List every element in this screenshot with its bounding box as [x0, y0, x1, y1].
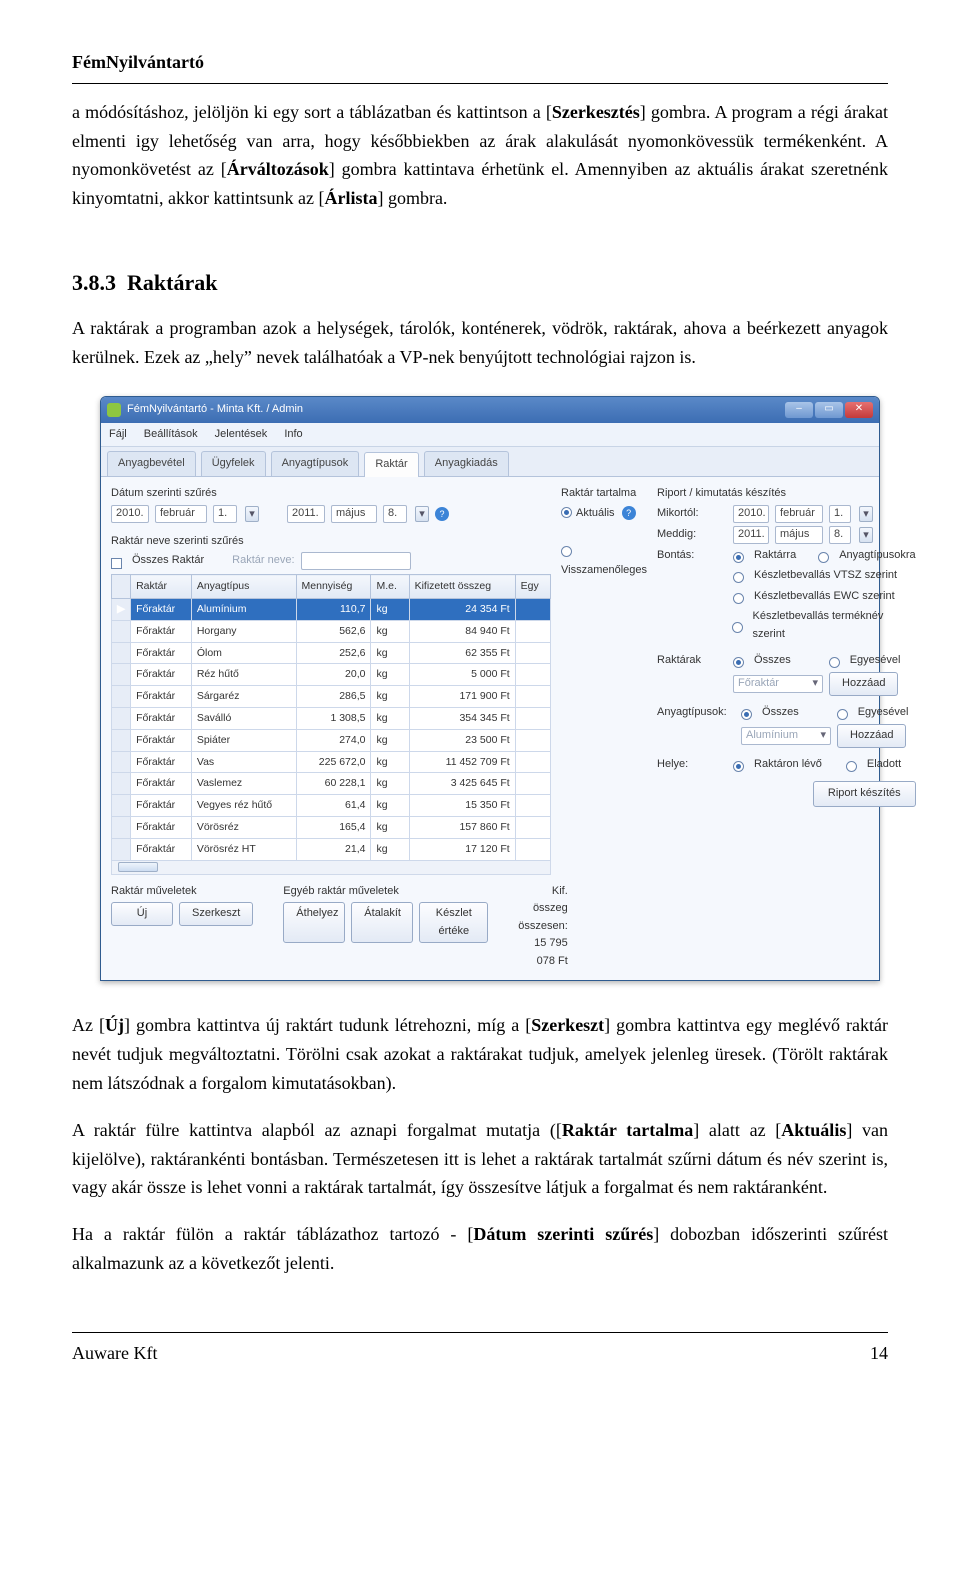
- footer-page-number: 14: [870, 1339, 888, 1368]
- radio-anyagtipusokra[interactable]: [818, 552, 829, 563]
- report-to-day[interactable]: 8.: [829, 526, 851, 544]
- calendar-icon[interactable]: ▾: [245, 506, 259, 522]
- table-row[interactable]: FőraktárRéz hűtő20,0kg5 000 Ft: [112, 664, 551, 686]
- table-row[interactable]: FőraktárHorgany562,6kg84 940 Ft: [112, 620, 551, 642]
- table-row[interactable]: FőraktárSpiáter274,0kg23 500 Ft: [112, 729, 551, 751]
- report-from-day[interactable]: 1.: [829, 505, 851, 523]
- from-year[interactable]: 2010.: [111, 505, 149, 523]
- combo-material[interactable]: Alumínium▾: [741, 727, 831, 745]
- page-footer: Auware Kft 14: [72, 1332, 888, 1368]
- content-title: Raktár tartalma: [561, 485, 647, 503]
- calendar-icon[interactable]: ▾: [415, 506, 429, 522]
- inventory-table[interactable]: Raktár Anyagtípus Mennyiség M.e. Kifizet…: [111, 574, 551, 860]
- paragraph-1: a módósításhoz, jelöljön ki egy sort a t…: [72, 98, 888, 213]
- radio-raktarra[interactable]: [733, 552, 744, 563]
- to-month[interactable]: május: [331, 505, 377, 523]
- radio-all-type[interactable]: [741, 709, 752, 720]
- table-row[interactable]: FőraktárVegyes réz hűtő61,4kg15 350 Ft: [112, 795, 551, 817]
- edit-button[interactable]: Szerkeszt: [179, 902, 253, 926]
- calendar-icon[interactable]: ▾: [859, 506, 873, 522]
- footer-company: Auware Kft: [72, 1339, 157, 1368]
- table-row[interactable]: FőraktárVörösréz165,4kg157 860 Ft: [112, 816, 551, 838]
- from-day[interactable]: 1.: [213, 505, 237, 523]
- add-warehouse-button[interactable]: Hozzáad: [829, 672, 898, 696]
- warehouse-name-label: Raktár neve:: [232, 552, 294, 570]
- menu-reports[interactable]: Jelentések: [215, 428, 268, 440]
- to-day[interactable]: 8.: [383, 505, 407, 523]
- menu-info[interactable]: Info: [284, 428, 302, 440]
- menubar: Fájl Beállítások Jelentések Info: [101, 423, 879, 448]
- window-title: FémNyilvántartó - Minta Kft. / Admin: [127, 401, 303, 419]
- paragraph-4: A raktár fülre kattintva alapból az azna…: [72, 1116, 888, 1202]
- warehouse-name-input[interactable]: [301, 552, 411, 570]
- name-filter-title: Raktár neve szerinti szűrés: [111, 533, 551, 551]
- table-row[interactable]: ▶FőraktárAlumínium110,7kg24 354 Ft: [112, 598, 551, 620]
- menu-file[interactable]: Fájl: [109, 428, 127, 440]
- report-button[interactable]: Riport készítés: [813, 781, 916, 807]
- tab-anyagkiadas[interactable]: Anyagkiadás: [424, 451, 509, 476]
- table-row[interactable]: FőraktárVas225 672,0kg11 452 709 Ft: [112, 751, 551, 773]
- combo-warehouse[interactable]: Főraktár▾: [733, 675, 823, 693]
- window-close-button[interactable]: ✕: [845, 402, 873, 418]
- report-title: Riport / kimutatás készítés: [657, 485, 916, 503]
- report-from-year[interactable]: 2010.: [733, 505, 769, 523]
- radio-sold[interactable]: [846, 761, 857, 772]
- warehouse-ops-label: Raktár műveletek: [111, 883, 253, 901]
- move-button[interactable]: Áthelyez: [283, 902, 345, 943]
- table-row[interactable]: FőraktárVörösréz HT21,4kg17 120 Ft: [112, 838, 551, 860]
- report-to-month[interactable]: május: [775, 526, 823, 544]
- app-screenshot: FémNyilvántartó - Minta Kft. / Admin – ▭…: [100, 396, 888, 982]
- doc-header: FémNyilvántartó: [72, 48, 888, 84]
- radio-in-stock[interactable]: [733, 761, 744, 772]
- radio-current[interactable]: [561, 507, 572, 518]
- to-year[interactable]: 2011.: [287, 505, 325, 523]
- new-button[interactable]: Új: [111, 902, 173, 926]
- all-warehouse-label: Összes Raktár: [132, 552, 204, 570]
- app-icon: [107, 403, 121, 417]
- menu-settings[interactable]: Beállítások: [144, 428, 198, 440]
- tab-bar: Anyagbevétel Ügyfelek Anyagtípusok Raktá…: [101, 447, 879, 477]
- radio-each-wh[interactable]: [829, 657, 840, 668]
- window-maximize-button[interactable]: ▭: [815, 402, 843, 418]
- radio-ewc[interactable]: [733, 593, 744, 604]
- add-material-button[interactable]: Hozzáad: [837, 724, 906, 748]
- from-month[interactable]: február: [155, 505, 207, 523]
- table-row[interactable]: FőraktárÓlom252,6kg62 355 Ft: [112, 642, 551, 664]
- radio-each-type[interactable]: [837, 709, 848, 720]
- table-row[interactable]: FőraktárSaválló1 308,5kg354 345 Ft: [112, 707, 551, 729]
- report-to-year[interactable]: 2011.: [733, 526, 769, 544]
- table-row[interactable]: FőraktárVaslemez60 228,1kg3 425 645 Ft: [112, 773, 551, 795]
- radio-all-wh[interactable]: [733, 657, 744, 668]
- radio-retro[interactable]: [561, 546, 572, 557]
- tab-ugyfelek[interactable]: Ügyfelek: [201, 451, 266, 476]
- tab-anyagbevetel[interactable]: Anyagbevétel: [107, 451, 196, 476]
- report-from-month[interactable]: február: [775, 505, 823, 523]
- table-row[interactable]: FőraktárSárgaréz286,5kg171 900 Ft: [112, 686, 551, 708]
- stock-value-button[interactable]: Készlet értéke: [419, 902, 488, 943]
- window-minimize-button[interactable]: –: [785, 402, 813, 418]
- help-icon[interactable]: ?: [435, 507, 449, 521]
- date-filter-title: Dátum szerinti szűrés: [111, 485, 551, 503]
- horizontal-scrollbar[interactable]: [111, 861, 551, 875]
- help-icon[interactable]: ?: [622, 506, 636, 520]
- radio-vtsz[interactable]: [733, 572, 744, 583]
- tab-anyagtipusok[interactable]: Anyagtípusok: [271, 451, 360, 476]
- all-warehouse-checkbox[interactable]: [111, 558, 122, 569]
- paragraph-3: Az [Új] gombra kattintva új raktárt tudu…: [72, 1011, 888, 1097]
- calendar-icon[interactable]: ▾: [859, 527, 873, 543]
- paragraph-2: A raktárak a programban azok a helységek…: [72, 314, 888, 372]
- paragraph-5: Ha a raktár fülön a raktár táblázathoz t…: [72, 1220, 888, 1278]
- section-heading: 3.8.3 Raktárak: [72, 265, 888, 300]
- other-ops-label: Egyéb raktár műveletek: [283, 883, 488, 901]
- transform-button[interactable]: Átalakít: [351, 902, 413, 943]
- tab-raktar[interactable]: Raktár: [364, 452, 418, 477]
- window-titlebar: FémNyilvántartó - Minta Kft. / Admin – ▭…: [101, 397, 879, 423]
- radio-termeknev[interactable]: [732, 622, 743, 633]
